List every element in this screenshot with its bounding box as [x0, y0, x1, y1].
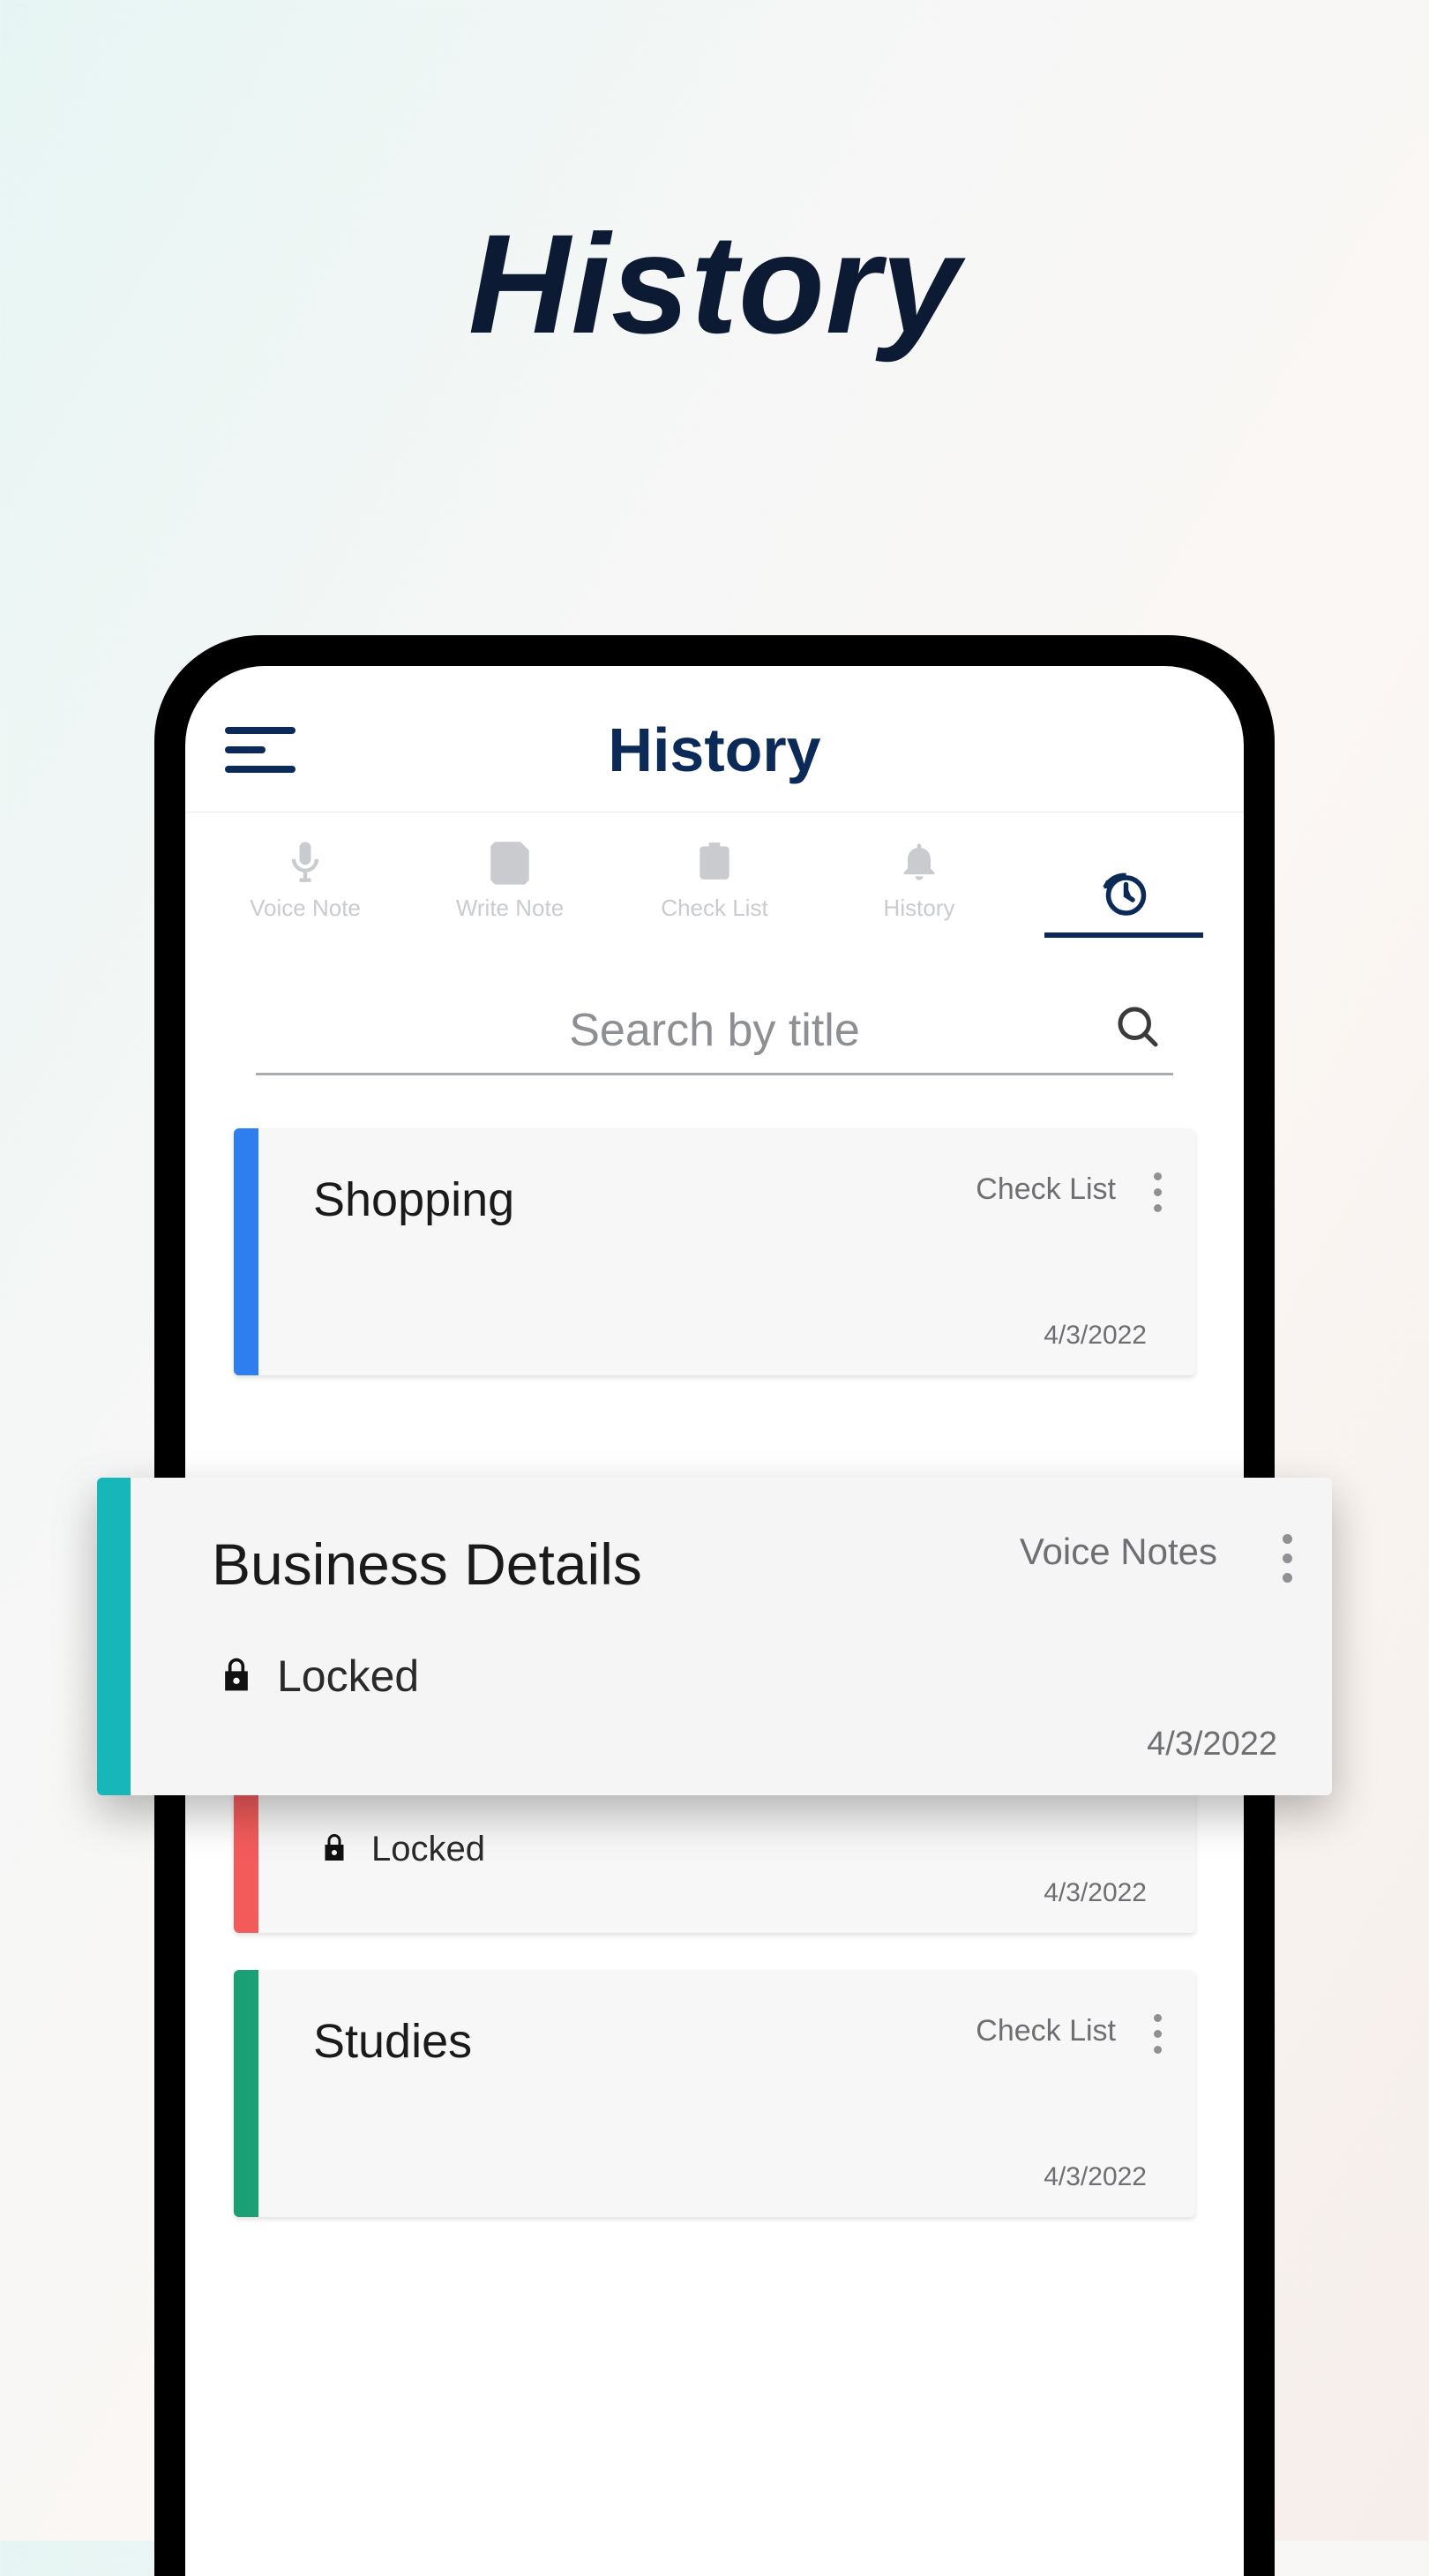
menu-icon	[225, 766, 296, 773]
menu-icon	[225, 746, 266, 753]
tab-history-recent[interactable]	[1044, 869, 1203, 938]
card-title: Shopping	[313, 1172, 514, 1227]
card-stripe	[234, 1970, 258, 2217]
lock-icon	[217, 1651, 256, 1702]
search-input[interactable]	[256, 1004, 1173, 1057]
history-item-shopping[interactable]: Shopping Check List 4/3/2022	[234, 1128, 1195, 1375]
card-type-label: Check List	[976, 2014, 1116, 2048]
card-date: 4/3/2022	[1044, 1878, 1147, 1908]
tab-voice-note[interactable]: Voice Note	[226, 835, 385, 938]
card-title: Studies	[313, 2014, 472, 2069]
tab-history[interactable]: History	[840, 835, 999, 938]
app-title: History	[185, 715, 1244, 785]
card-stripe	[97, 1478, 131, 1795]
history-clock-icon	[1097, 869, 1150, 922]
locked-label: Locked	[371, 1830, 485, 1869]
locked-indicator: Locked	[217, 1651, 1279, 1702]
card-more-button[interactable]	[1154, 2014, 1162, 2054]
search-field[interactable]	[256, 1004, 1173, 1075]
locked-indicator: Locked	[318, 1829, 1160, 1870]
tab-label: Check List	[661, 895, 767, 922]
menu-button[interactable]	[225, 723, 296, 776]
card-date: 4/3/2022	[1044, 2162, 1147, 2192]
card-date: 4/3/2022	[1044, 1321, 1147, 1351]
menu-icon	[225, 727, 296, 734]
card-type-label: Voice Notes	[1020, 1531, 1217, 1573]
page-heading: History	[0, 203, 1429, 365]
mic-icon	[279, 835, 332, 887]
tab-label: History	[884, 895, 955, 922]
history-item-business-details[interactable]: Business Details Voice Notes Locked 4/3/…	[97, 1478, 1332, 1795]
notepad-icon	[483, 835, 536, 887]
history-item-studies[interactable]: Studies Check List 4/3/2022	[234, 1970, 1195, 2217]
card-more-button[interactable]	[1154, 1172, 1162, 1212]
bell-icon	[893, 835, 946, 887]
card-stripe	[234, 1128, 258, 1375]
tab-bar: Voice Note Write Note Check List History	[185, 812, 1244, 951]
card-title: Business Details	[212, 1531, 642, 1598]
card-more-button[interactable]	[1283, 1534, 1292, 1583]
locked-label: Locked	[277, 1651, 419, 1702]
app-header: History	[185, 666, 1244, 812]
lock-icon	[318, 1829, 350, 1870]
tab-label: Voice Note	[250, 895, 361, 922]
tab-label: Write Note	[456, 895, 564, 922]
search-icon	[1111, 1000, 1164, 1058]
card-type-label: Check List	[976, 1172, 1116, 1207]
clipboard-icon	[688, 835, 741, 887]
tab-check-list[interactable]: Check List	[635, 835, 794, 938]
tab-write-note[interactable]: Write Note	[430, 835, 589, 938]
card-date: 4/3/2022	[1147, 1726, 1277, 1764]
